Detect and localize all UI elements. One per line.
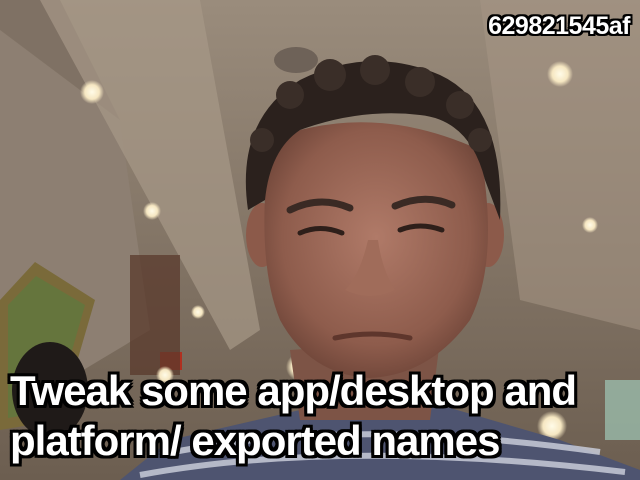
caption-line-2: platform/ exported names <box>10 417 500 464</box>
image-id-label: 629821545af <box>488 12 630 40</box>
photo-scene: 629821545af Tweak some app/desktop and p… <box>0 0 640 480</box>
caption-line-1: Tweak some app/desktop and <box>10 367 577 414</box>
meme-caption: Tweak some app/desktop and platform/ exp… <box>10 366 630 466</box>
